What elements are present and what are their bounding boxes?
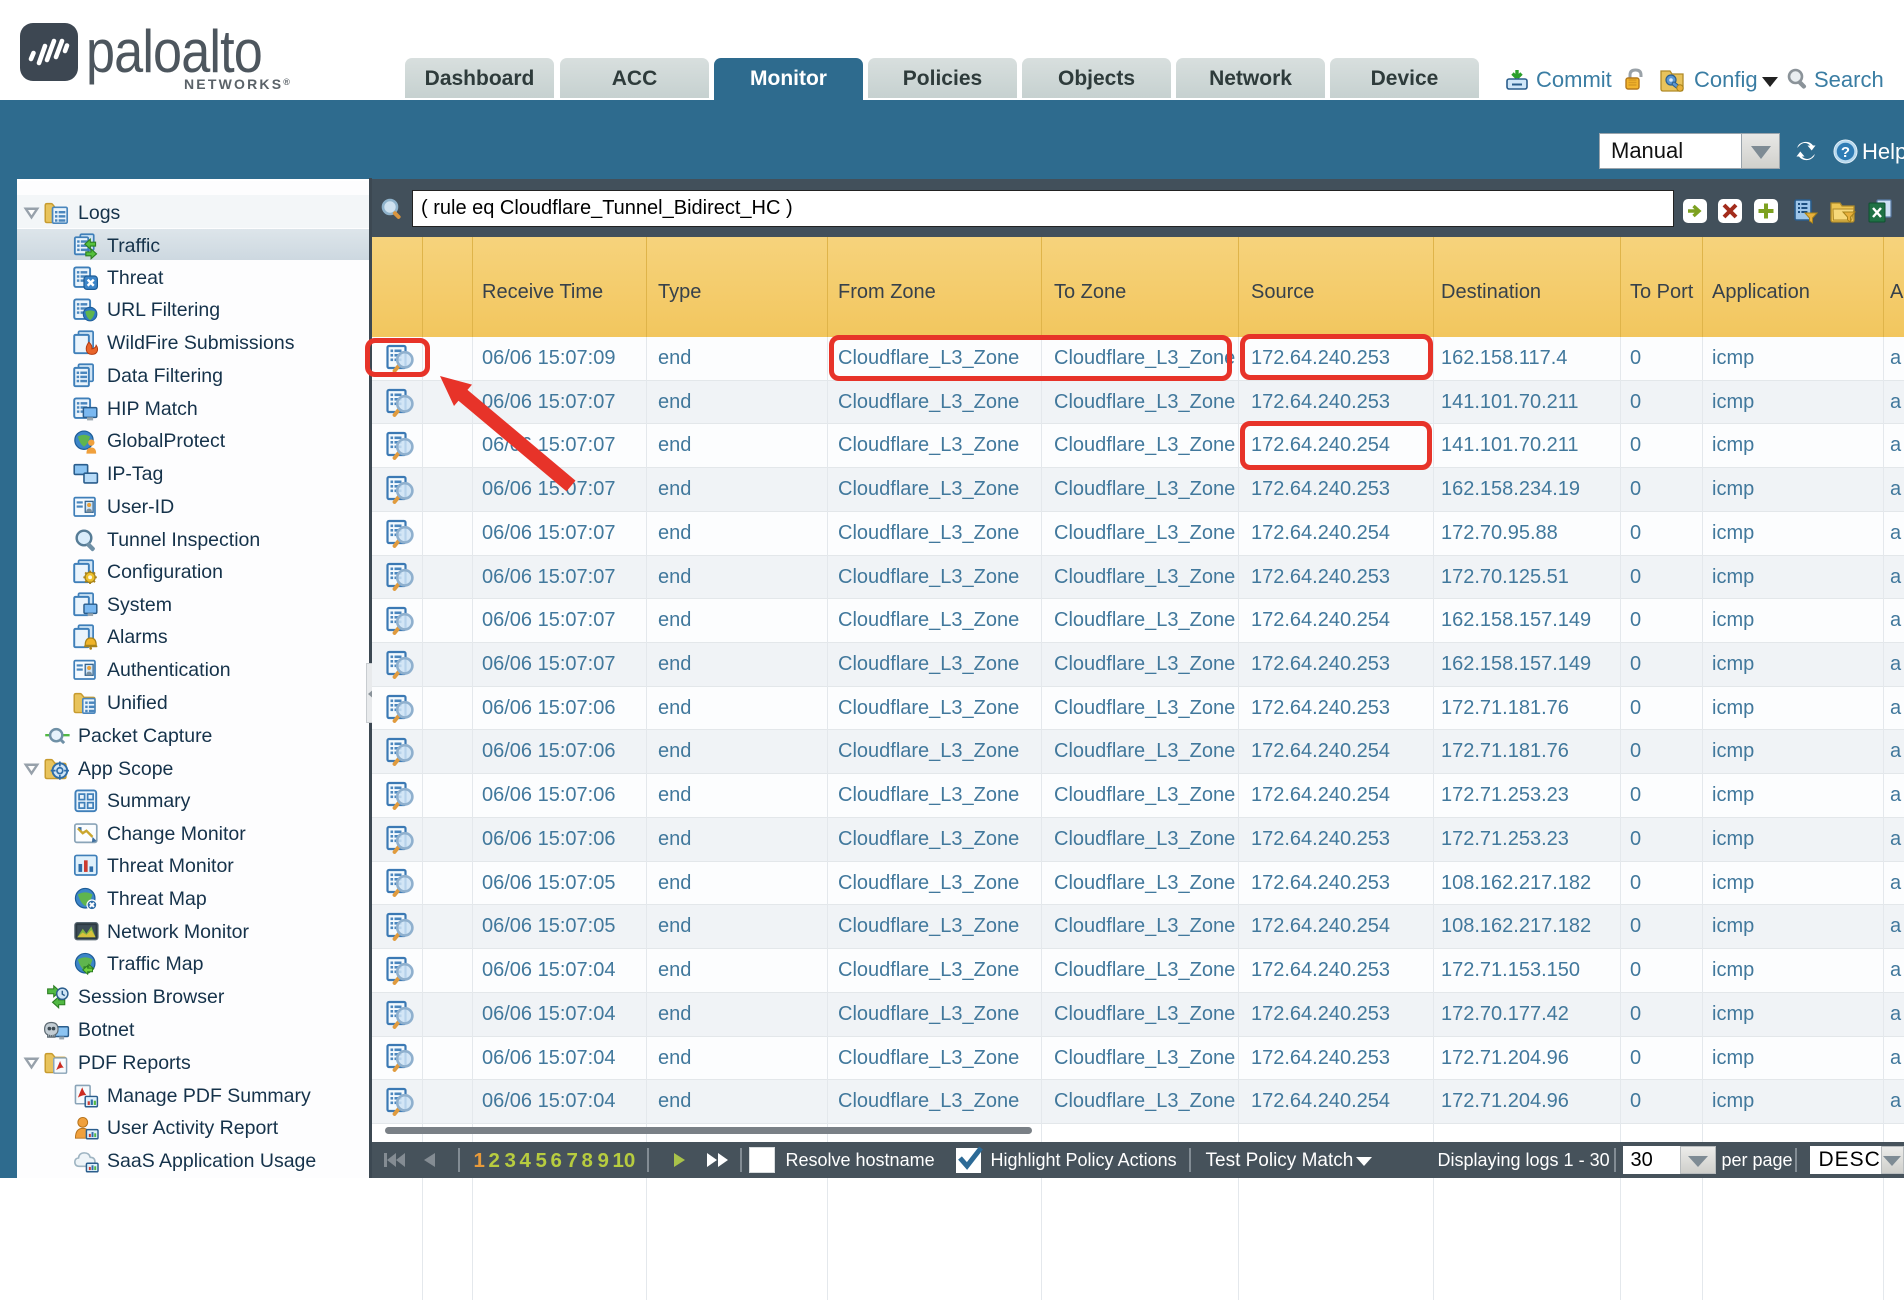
svg-text:?: ?: [1841, 144, 1850, 161]
